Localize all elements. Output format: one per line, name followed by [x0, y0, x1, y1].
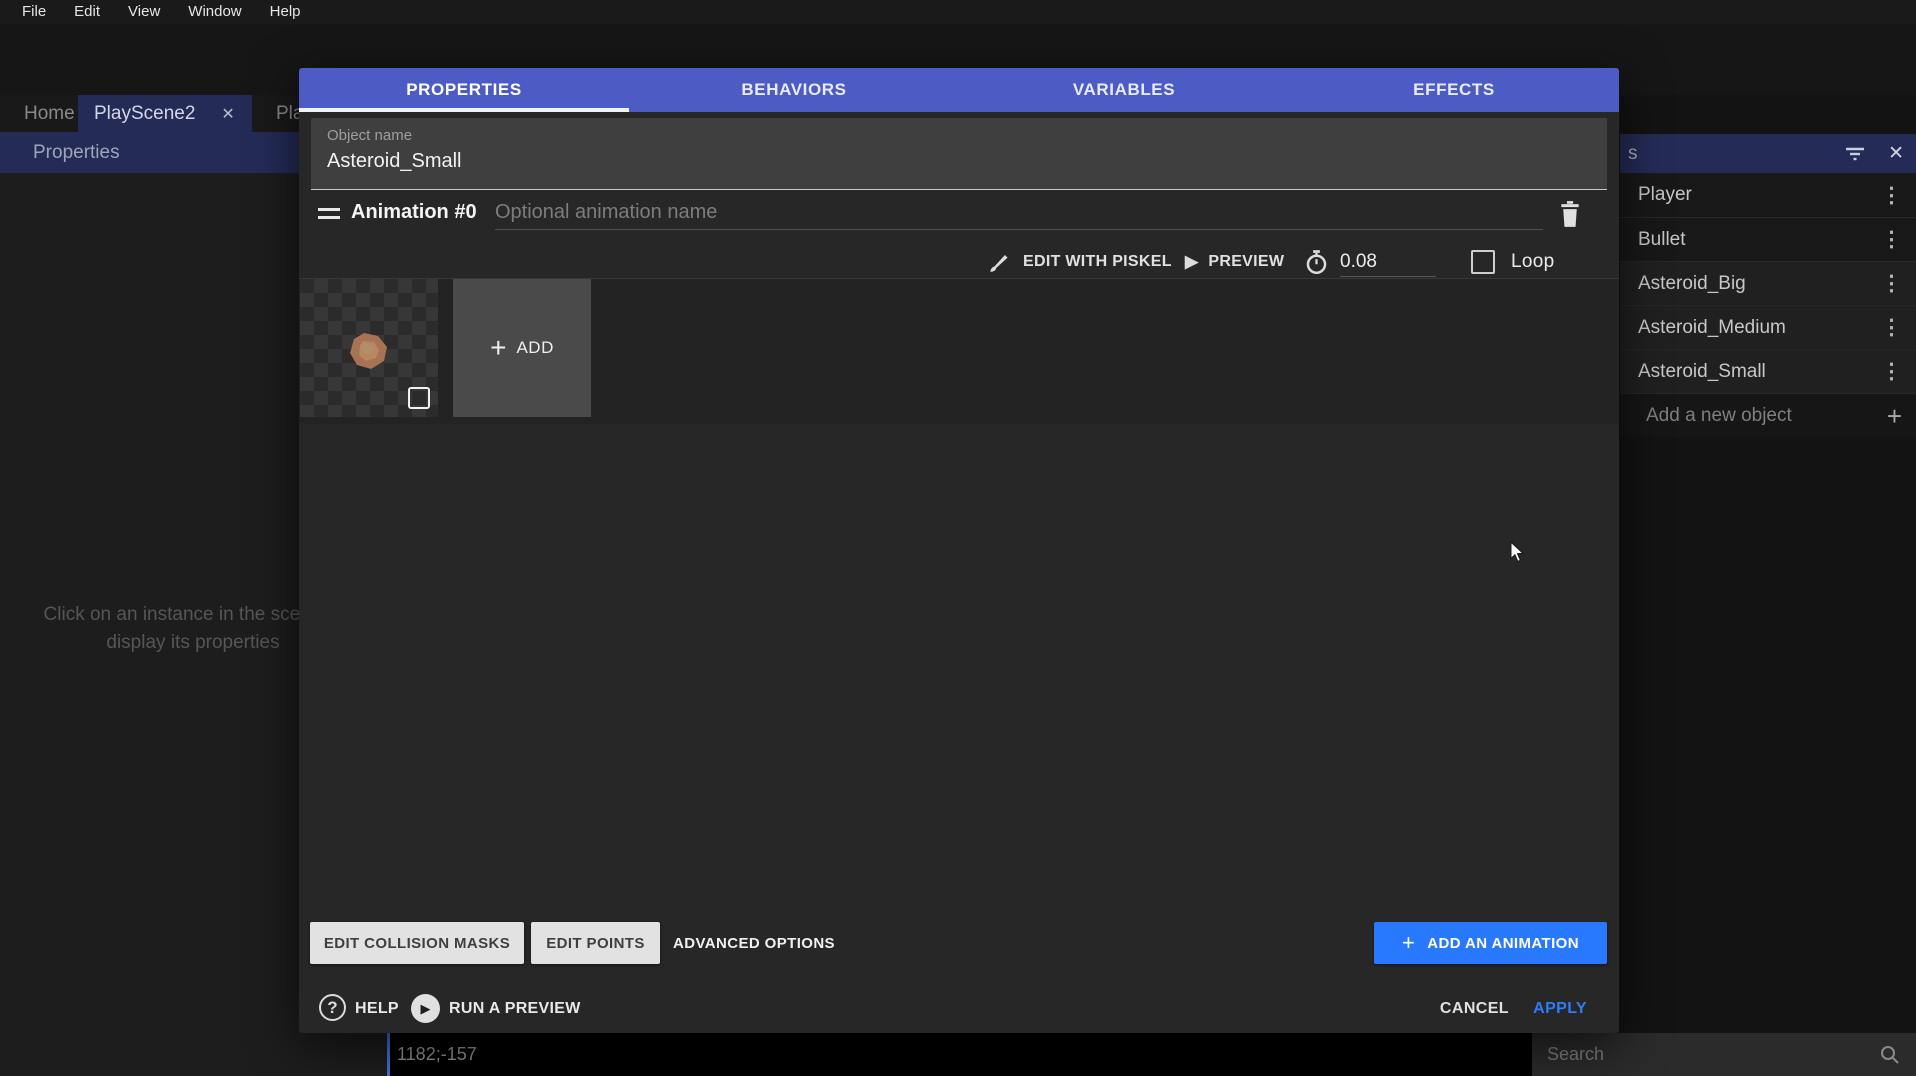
advanced-options-button[interactable]: ADVANCED OPTIONS — [665, 922, 843, 964]
plus-icon[interactable]: + — [1887, 403, 1902, 429]
object-row-asteroid-medium[interactable]: Asteroid_Medium ⋮ — [1620, 305, 1916, 349]
objects-panel: s ✕ Player ⋮ Bullet ⋮ Asteroid_Big ⋮ As — [1620, 95, 1916, 1033]
cursor-coordinates: 1182;-157 — [397, 1033, 477, 1076]
dialog-tab-effects[interactable]: EFFECTS — [1289, 68, 1619, 112]
object-label: Player — [1638, 184, 1881, 206]
search-input[interactable] — [1547, 1044, 1878, 1065]
menu-bar: File Edit View Window Help — [0, 0, 1916, 24]
filter-icon[interactable] — [1844, 145, 1866, 163]
plus-icon: + — [1402, 930, 1415, 956]
object-label: Bullet — [1638, 229, 1881, 251]
frame-thumbnail[interactable] — [300, 279, 438, 417]
object-row-asteroid-small[interactable]: Asteroid_Small ⋮ — [1620, 349, 1916, 393]
dialog-tab-bar: PROPERTIES BEHAVIORS VARIABLES EFFECTS — [299, 68, 1619, 112]
close-panel-icon[interactable]: ✕ — [1888, 142, 1904, 165]
tab-home-label: Home — [24, 103, 75, 125]
loop-checkbox[interactable] — [1471, 250, 1495, 274]
dialog-button-row: EDIT COLLISION MASKS EDIT POINTS ADVANCE… — [299, 922, 1619, 964]
app-window: File Edit View Window Help — [0, 0, 1916, 1076]
menu-window[interactable]: Window — [174, 0, 255, 24]
object-name-field: Object name — [311, 118, 1607, 190]
menu-help[interactable]: Help — [256, 0, 315, 24]
add-an-animation-button[interactable]: + ADD AN ANIMATION — [1374, 922, 1607, 964]
dialog-footer: ? HELP ▶ RUN A PREVIEW CANCEL APPLY — [299, 984, 1619, 1033]
stopwatch-icon — [1303, 248, 1330, 276]
dialog-tab-properties[interactable]: PROPERTIES — [299, 68, 629, 112]
tab-playscene2-label: PlayScene2 — [94, 103, 195, 125]
objects-panel-header: s ✕ — [1620, 134, 1916, 173]
tab-close-icon[interactable]: ✕ — [221, 104, 234, 124]
kebab-menu-icon[interactable]: ⋮ — [1881, 361, 1902, 382]
animation-name-input[interactable] — [495, 196, 1543, 230]
menu-view[interactable]: View — [114, 0, 174, 24]
brush-icon — [987, 249, 1013, 275]
animation-title: Animation #0 — [351, 201, 477, 224]
object-editor-dialog: PROPERTIES BEHAVIORS VARIABLES EFFECTS O… — [299, 68, 1619, 1033]
drag-handle-icon[interactable] — [318, 208, 340, 220]
kebab-menu-icon[interactable]: ⋮ — [1881, 229, 1902, 250]
animation-frames-strip: + ADD — [299, 278, 1619, 424]
canvas-selection-edge — [387, 1033, 390, 1076]
cancel-button[interactable]: CANCEL — [1440, 984, 1509, 1033]
play-icon: ▶ — [1185, 252, 1198, 272]
search-bar — [1532, 1033, 1916, 1076]
loop-label: Loop — [1511, 251, 1554, 273]
search-icon[interactable] — [1878, 1043, 1902, 1067]
edit-collision-masks-button[interactable]: EDIT COLLISION MASKS — [310, 922, 524, 964]
run-preview-icon[interactable]: ▶ — [411, 994, 440, 1023]
add-frame-button[interactable]: + ADD — [453, 279, 591, 417]
object-name-label: Object name — [327, 127, 412, 144]
edit-points-button[interactable]: EDIT POINTS — [531, 922, 660, 964]
add-new-object-label: Add a new object — [1646, 405, 1887, 427]
delete-animation-icon[interactable] — [1555, 198, 1585, 230]
frame-select-checkbox[interactable] — [408, 387, 430, 409]
object-label: Asteroid_Medium — [1638, 317, 1881, 339]
object-row-asteroid-big[interactable]: Asteroid_Big ⋮ — [1620, 261, 1916, 305]
add-an-animation-label: ADD AN ANIMATION — [1427, 935, 1579, 952]
kebab-menu-icon[interactable]: ⋮ — [1881, 273, 1902, 294]
active-tab-indicator — [299, 108, 629, 112]
object-row-player[interactable]: Player ⋮ — [1620, 173, 1916, 217]
menu-edit[interactable]: Edit — [60, 0, 114, 24]
menu-file[interactable]: File — [8, 0, 60, 24]
scene-canvas-strip[interactable]: 1182;-157 — [387, 1033, 1532, 1076]
object-label: Asteroid_Big — [1638, 273, 1881, 295]
properties-panel-title: Properties — [33, 142, 120, 164]
plus-icon: + — [490, 332, 506, 364]
preview-animation-label: PREVIEW — [1208, 253, 1284, 271]
apply-button[interactable]: APPLY — [1533, 984, 1587, 1033]
time-between-frames-input[interactable] — [1340, 247, 1436, 277]
help-button[interactable]: HELP — [355, 984, 399, 1033]
kebab-menu-icon[interactable]: ⋮ — [1881, 317, 1902, 338]
tab-playscene2[interactable]: PlayScene2 ✕ — [78, 95, 252, 132]
edit-with-piskel-label: EDIT WITH PISKEL — [1023, 253, 1172, 271]
object-label: Asteroid_Small — [1638, 361, 1881, 383]
object-row-bullet[interactable]: Bullet ⋮ — [1620, 217, 1916, 261]
add-new-object-row[interactable]: Add a new object + — [1620, 393, 1916, 437]
animation-header-row: Animation #0 — [299, 192, 1619, 240]
dialog-tab-behaviors[interactable]: BEHAVIORS — [629, 68, 959, 112]
run-a-preview-button[interactable]: RUN A PREVIEW — [449, 984, 581, 1033]
help-icon[interactable]: ? — [319, 994, 346, 1021]
objects-panel-title-truncated: s — [1628, 143, 1638, 165]
kebab-menu-icon[interactable]: ⋮ — [1881, 185, 1902, 206]
object-name-input[interactable] — [327, 150, 1587, 173]
add-frame-label: ADD — [516, 338, 553, 358]
mouse-cursor — [1507, 541, 1527, 568]
dialog-tab-variables[interactable]: VARIABLES — [959, 68, 1289, 112]
